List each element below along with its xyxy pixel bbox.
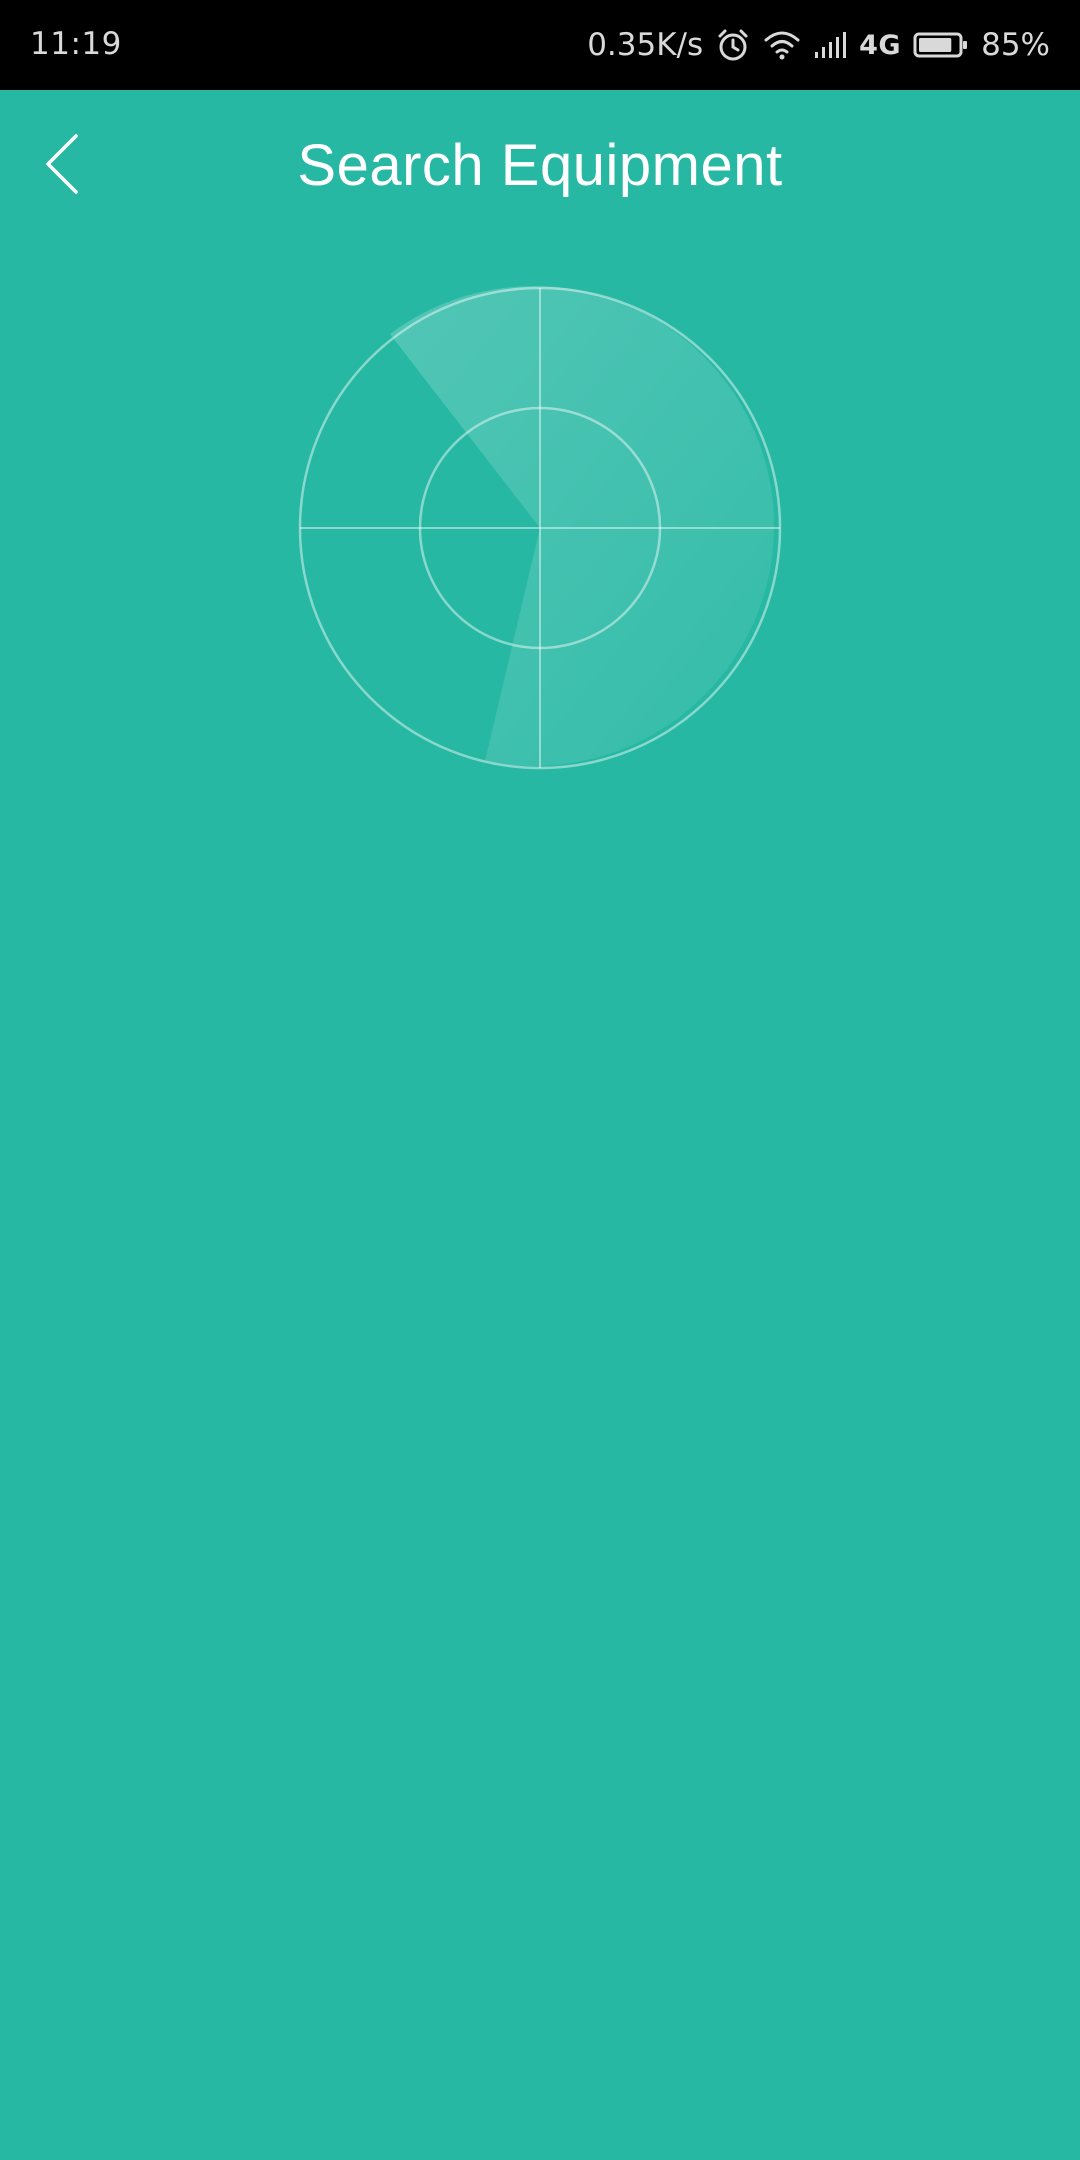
wifi-icon: [763, 29, 801, 61]
search-equipment-screen: 11:19 0.35K/s 4G 85% Search Equipment: [0, 0, 1080, 2160]
network-speed: 0.35K/s: [587, 27, 704, 63]
battery-fill: [919, 38, 952, 52]
page-title: Search Equipment: [297, 133, 783, 198]
alarm-icon: [715, 27, 751, 63]
status-time: 11:19: [30, 26, 122, 62]
status-icons: 0.35K/s 4G 85%: [587, 0, 1050, 90]
radar-sweep: [390, 286, 774, 767]
battery-icon: [913, 31, 969, 59]
signal-icon: [813, 30, 847, 60]
battery-percent: 85%: [981, 27, 1050, 63]
radar-icon: [298, 286, 782, 770]
status-bar: 11:19 0.35K/s 4G 85%: [0, 0, 1080, 90]
network-type: 4G: [859, 29, 902, 61]
header: Search Equipment: [0, 90, 1080, 240]
